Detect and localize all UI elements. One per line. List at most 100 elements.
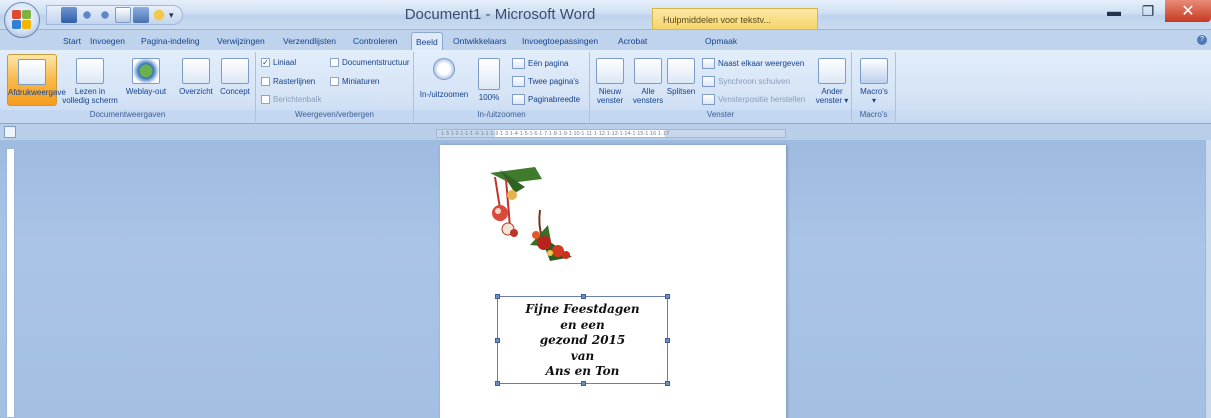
tab-ontwikkelaars[interactable]: Ontwikkelaars <box>453 36 506 46</box>
page-100-icon <box>478 58 500 90</box>
splitsen-label: Splitsen <box>666 87 696 96</box>
resize-handle[interactable] <box>581 294 586 299</box>
new-window-icon <box>596 58 624 84</box>
tab-invoegen[interactable]: Invoegen <box>90 36 125 46</box>
group-macros: Macro's ▾ Macro's <box>852 52 896 122</box>
arrange-all-icon <box>634 58 662 84</box>
miniaturen-checkbox[interactable]: Miniaturen <box>330 77 379 86</box>
quick-access-toolbar: ▾ <box>46 5 183 25</box>
paginabreedte-button[interactable]: Paginabreedte <box>512 94 580 105</box>
liniaal-checkbox[interactable]: ✓ Liniaal <box>261 58 296 67</box>
een-pagina-label: Eén pagina <box>528 59 569 68</box>
synchroon-button: Synchroon schuiven <box>702 76 790 87</box>
resize-handle[interactable] <box>665 338 670 343</box>
print-preview-icon[interactable] <box>115 7 131 23</box>
concept-label: Concept <box>220 87 250 96</box>
twee-paginas-button[interactable]: Twee pagina's <box>512 76 579 87</box>
checkbox-box <box>261 95 270 104</box>
horizontal-ruler[interactable]: ·1·3·1·2·1·1·1·X·1·1·1·2·1·3·1·4·1·5·1·6… <box>436 129 786 138</box>
office-button[interactable] <box>4 2 40 38</box>
in-uitzoomen-label: In-/uitzoomen <box>419 90 469 99</box>
outline-icon <box>182 58 210 84</box>
tab-verzendlijsten[interactable]: Verzendlijsten <box>283 36 336 46</box>
ander-venster-button[interactable]: Ander venster ▾ <box>814 54 850 105</box>
documentstructuur-checkbox[interactable]: Documentstructuur <box>330 58 410 67</box>
redo-icon[interactable] <box>97 7 113 23</box>
concept-button[interactable]: Concept <box>217 54 253 96</box>
een-pagina-button[interactable]: Eén pagina <box>512 58 568 69</box>
twee-paginas-label: Twee pagina's <box>528 77 579 86</box>
alle-vensters-button[interactable]: Alle vensters <box>630 54 666 105</box>
nieuw-venster-button[interactable]: Nieuw venster <box>592 54 628 105</box>
save-icon[interactable] <box>61 7 77 23</box>
print-icon[interactable] <box>133 7 149 23</box>
checkmark-icon: ✓ <box>261 58 270 67</box>
ribbon: Afdrukweergave Lezen in volledig scherm … <box>0 50 1211 124</box>
rasterlijnen-checkbox[interactable]: Rasterlijnen <box>261 77 315 86</box>
macros-button[interactable]: Macro's ▾ <box>856 54 892 105</box>
switch-windows-icon <box>818 58 846 84</box>
page-width-icon <box>512 94 525 105</box>
help-icon[interactable]: ? <box>1197 35 1207 45</box>
document-page[interactable]: Fijne Feestdagen en een gezond 2015 van … <box>440 145 786 418</box>
greeting-line-4: van <box>570 348 595 363</box>
text-box[interactable]: Fijne Feestdagen en een gezond 2015 van … <box>495 294 670 386</box>
nieuw-label-1: Nieuw <box>598 87 622 96</box>
close-icon[interactable]: ✕ <box>1165 0 1211 22</box>
tab-opmaak[interactable]: Opmaak <box>705 36 737 46</box>
tab-beeld[interactable]: Beeld <box>411 32 443 51</box>
resize-handle[interactable] <box>665 294 670 299</box>
synchroon-label: Synchroon schuiven <box>718 77 791 86</box>
lezen-label-1: Lezen in <box>74 87 106 96</box>
document-workspace: Fijne Feestdagen en een gezond 2015 van … <box>0 140 1211 418</box>
tab-verwijzingen[interactable]: Verwijzingen <box>217 36 265 46</box>
side-by-side-icon <box>702 58 715 69</box>
two-pages-icon <box>512 76 525 87</box>
tab-invoegtoepassingen[interactable]: Invoegtoepassingen <box>522 36 598 46</box>
documentstructuur-label: Documentstructuur <box>342 58 410 67</box>
tab-selector-icon[interactable] <box>4 126 16 138</box>
macros-icon <box>860 58 888 84</box>
vertical-scrollbar[interactable] <box>1205 140 1211 418</box>
tab-start[interactable]: Start <box>63 36 81 46</box>
ribbon-tabs: Start Invoegen Pagina-indeling Verwijzin… <box>0 30 1211 51</box>
overzicht-button[interactable]: Overzicht <box>175 54 217 96</box>
in-uitzoomen-button[interactable]: In-/uitzoomen <box>418 54 470 99</box>
ruler-row: ·1·3·1·2·1·1·1·X·1·1·1·2·1·3·1·4·1·5·1·6… <box>0 124 1211 140</box>
group-venster: Nieuw venster Alle vensters Splitsen Naa… <box>590 52 852 122</box>
splitsen-button[interactable]: Splitsen <box>664 54 698 96</box>
berichtenbalk-label: Berichtenbalk <box>273 95 322 104</box>
resize-handle[interactable] <box>665 381 670 386</box>
customize-icon[interactable] <box>151 7 167 23</box>
window-title: Document1 - Microsoft Word <box>404 6 596 23</box>
vensterpositie-label: Vensterpositie herstellen <box>718 95 806 104</box>
alle-label-2: vensters <box>632 96 664 105</box>
overzicht-label: Overzicht <box>179 87 213 96</box>
checkbox-box <box>261 77 270 86</box>
resize-handle[interactable] <box>581 381 586 386</box>
afdrukweergave-button[interactable]: Afdrukweergave <box>7 54 66 106</box>
resize-handle[interactable] <box>495 381 500 386</box>
maximize-icon[interactable]: ❐ <box>1131 0 1165 22</box>
nieuw-label-2: venster <box>596 96 624 105</box>
group-documentweergaven: Afdrukweergave Lezen in volledig scherm … <box>0 52 256 122</box>
tab-controleren[interactable]: Controleren <box>353 36 397 46</box>
checkbox-box <box>330 58 339 67</box>
naast-elkaar-button[interactable]: Naast elkaar weergeven <box>702 58 804 69</box>
minimize-icon[interactable]: ▬ <box>1097 0 1131 22</box>
undo-icon[interactable] <box>79 7 95 23</box>
christmas-decoration-image[interactable] <box>480 165 600 265</box>
tab-pagina-indeling[interactable]: Pagina-indeling <box>141 36 200 46</box>
zoom-100-button[interactable]: 100% <box>474 54 504 102</box>
sync-scroll-icon <box>702 76 715 87</box>
greeting-line-3: gezond 2015 <box>539 333 626 347</box>
resize-handle[interactable] <box>495 338 500 343</box>
office-logo-icon <box>12 10 32 30</box>
resize-handle[interactable] <box>495 294 500 299</box>
lezen-button[interactable]: Lezen in volledig scherm <box>62 54 118 105</box>
tab-acrobat[interactable]: Acrobat <box>618 36 647 46</box>
group-label-venster: Venster <box>590 110 851 122</box>
weblay-out-button[interactable]: Weblay-out <box>120 54 172 96</box>
qat-dropdown-icon[interactable]: ▾ <box>169 10 174 21</box>
vertical-ruler[interactable] <box>6 148 15 418</box>
